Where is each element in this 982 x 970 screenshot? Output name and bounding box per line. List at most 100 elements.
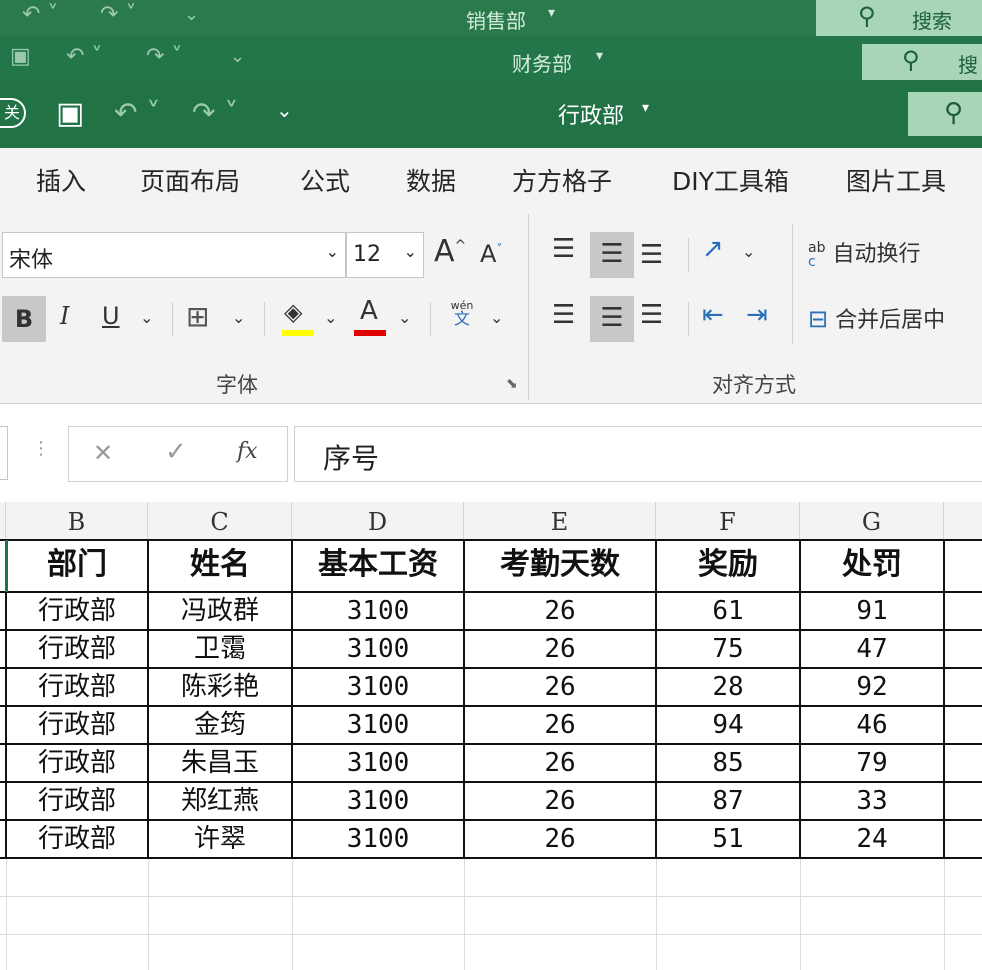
table-cell[interactable]: 94: [656, 706, 800, 744]
chevron-down-icon[interactable]: ▾: [596, 48, 603, 64]
save-icon[interactable]: ▣: [56, 96, 84, 131]
cancel-icon[interactable]: ✕: [93, 439, 113, 467]
insert-function-icon[interactable]: fx: [237, 439, 258, 464]
table-header-cell[interactable]: 基本工资: [292, 540, 464, 592]
tab-formulas[interactable]: 公式: [300, 162, 350, 198]
name-box[interactable]: [0, 426, 8, 480]
table-cell[interactable]: 行政部: [6, 782, 148, 820]
column-header-d[interactable]: D: [292, 502, 464, 540]
redo-icon[interactable]: ↷ ˅: [146, 44, 182, 69]
tab-picture-tools[interactable]: 图片工具: [846, 162, 946, 198]
table-cell[interactable]: 行政部: [6, 630, 148, 668]
table-header-cell[interactable]: 处罚: [800, 540, 944, 592]
table-cell[interactable]: 46: [800, 706, 944, 744]
search-box[interactable]: ⚲ 搜索: [816, 0, 982, 36]
undo-icon[interactable]: ↶ ˅: [114, 96, 160, 129]
undo-icon[interactable]: ↶ ˅: [22, 2, 58, 27]
column-header-b[interactable]: B: [6, 502, 148, 540]
table-cell[interactable]: 91: [800, 592, 944, 630]
table-cell[interactable]: 行政部: [6, 668, 148, 706]
table-cell[interactable]: 33: [800, 782, 944, 820]
orientation-icon[interactable]: ↗: [702, 234, 724, 264]
align-center-button[interactable]: ☰: [590, 296, 634, 342]
column-header-g[interactable]: G: [800, 502, 944, 540]
table-cell[interactable]: 75: [656, 630, 800, 668]
align-middle-button[interactable]: ☰: [590, 232, 634, 278]
table-cell[interactable]: 79: [800, 744, 944, 782]
customize-qat-icon[interactable]: ⌄: [230, 46, 245, 67]
borders-icon[interactable]: ⊞: [186, 300, 209, 333]
wrap-text-button[interactable]: ab c 自动换行: [808, 236, 920, 269]
table-cell[interactable]: 朱昌玉: [148, 744, 292, 782]
chevron-down-icon[interactable]: ▾: [642, 100, 649, 116]
grow-font-button[interactable]: A^: [434, 234, 466, 269]
table-cell[interactable]: 3100: [292, 820, 464, 858]
chevron-down-icon[interactable]: ⌄: [398, 308, 411, 327]
table-header-cell[interactable]: 考勤天数: [464, 540, 656, 592]
align-left-icon[interactable]: ☰: [552, 300, 575, 330]
table-cell[interactable]: 冯政群: [148, 592, 292, 630]
tab-data[interactable]: 数据: [406, 162, 456, 198]
customize-qat-icon[interactable]: ⌄: [184, 4, 199, 25]
table-cell[interactable]: 92: [800, 668, 944, 706]
table-cell[interactable]: 行政部: [6, 744, 148, 782]
tab-diy-toolbox[interactable]: DIY工具箱: [672, 162, 789, 198]
undo-icon[interactable]: ↶ ˅: [66, 44, 102, 69]
worksheet-grid[interactable]: 部门 姓名 基本工资 考勤天数 奖励 处罚 行政部 冯政群 3100 26 61 91 行政部 卫霭 310…: [0, 539, 982, 970]
formula-input[interactable]: 序号: [294, 426, 982, 482]
column-header-e[interactable]: E: [464, 502, 656, 540]
font-size-select[interactable]: 12 ⌄: [346, 232, 424, 278]
table-cell[interactable]: 26: [464, 782, 656, 820]
table-cell[interactable]: 26: [464, 706, 656, 744]
decrease-indent-icon[interactable]: ⇤: [702, 300, 724, 330]
table-cell[interactable]: 51: [656, 820, 800, 858]
increase-indent-icon[interactable]: ⇥: [746, 300, 768, 330]
table-cell[interactable]: 47: [800, 630, 944, 668]
table-cell[interactable]: 郑红燕: [148, 782, 292, 820]
table-cell[interactable]: 卫霭: [148, 630, 292, 668]
table-cell[interactable]: 61: [656, 592, 800, 630]
table-header-cell[interactable]: 奖励: [656, 540, 800, 592]
table-header-cell[interactable]: 部门: [6, 540, 148, 592]
table-cell[interactable]: 金筠: [148, 706, 292, 744]
autosave-toggle[interactable]: 关: [0, 98, 26, 128]
table-cell[interactable]: 87: [656, 782, 800, 820]
table-cell[interactable]: 行政部: [6, 820, 148, 858]
chevron-down-icon[interactable]: ⌄: [232, 308, 245, 327]
table-cell[interactable]: 26: [464, 668, 656, 706]
column-header-c[interactable]: C: [148, 502, 292, 540]
font-color-button[interactable]: A: [354, 296, 386, 338]
phonetic-guide-button[interactable]: wén 文: [446, 300, 478, 327]
table-cell[interactable]: 3100: [292, 630, 464, 668]
chevron-down-icon[interactable]: ▾: [548, 5, 555, 21]
dialog-launcher-icon[interactable]: ⬊: [506, 376, 518, 392]
table-cell[interactable]: 26: [464, 744, 656, 782]
redo-icon[interactable]: ↷ ˅: [100, 2, 136, 27]
font-name-select[interactable]: 宋体 ⌄: [2, 232, 346, 278]
table-cell[interactable]: 26: [464, 630, 656, 668]
table-header-cell[interactable]: 姓名: [148, 540, 292, 592]
tab-page-layout[interactable]: 页面布局: [140, 162, 240, 198]
shrink-font-button[interactable]: A˅: [480, 240, 502, 268]
column-header-h[interactable]: [944, 502, 982, 540]
redo-icon[interactable]: ↷ ˅: [192, 96, 238, 129]
italic-button[interactable]: I: [60, 302, 69, 330]
table-cell[interactable]: 26: [464, 820, 656, 858]
save-icon[interactable]: ▣: [10, 44, 31, 69]
search-box[interactable]: ⚲ 搜: [862, 44, 982, 80]
chevron-down-icon[interactable]: ⌄: [742, 242, 755, 261]
table-cell[interactable]: 3100: [292, 592, 464, 630]
search-box[interactable]: ⚲: [908, 92, 982, 136]
fill-color-button[interactable]: ◈: [282, 298, 314, 338]
table-cell[interactable]: 许翠: [148, 820, 292, 858]
align-right-icon[interactable]: ☰: [640, 300, 663, 330]
column-header-f[interactable]: F: [656, 502, 800, 540]
table-cell[interactable]: 24: [800, 820, 944, 858]
underline-button[interactable]: U: [102, 302, 120, 330]
table-cell[interactable]: 3100: [292, 782, 464, 820]
table-cell[interactable]: 3100: [292, 744, 464, 782]
tab-insert[interactable]: 插入: [36, 162, 86, 198]
tab-fangfang[interactable]: 方方格子: [512, 162, 612, 198]
align-top-icon[interactable]: ☰: [552, 234, 575, 264]
table-cell[interactable]: 26: [464, 592, 656, 630]
